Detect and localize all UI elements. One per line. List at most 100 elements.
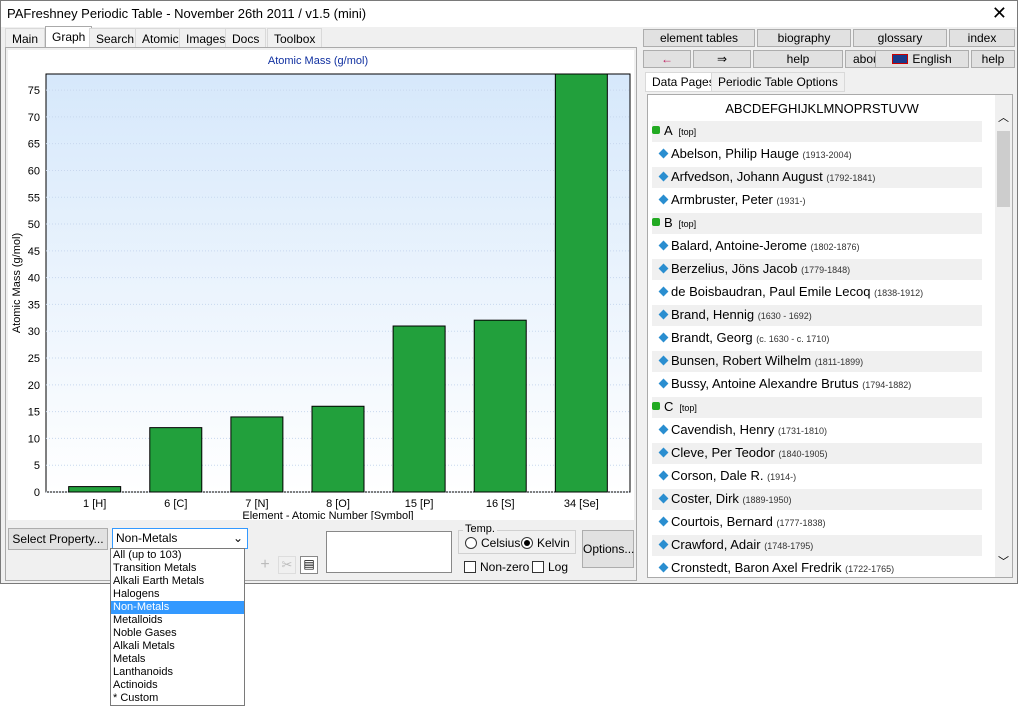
add-icon[interactable]: +: [256, 556, 274, 574]
y-tick-label: 35: [28, 299, 40, 311]
dropdown-option[interactable]: Halogens: [111, 588, 244, 601]
language-button[interactable]: English: [875, 50, 969, 68]
nonzero-checkbox[interactable]: [464, 561, 476, 573]
top-link[interactable]: [top]: [679, 403, 697, 413]
biography-item[interactable]: Armbruster, Peter (1931-): [652, 190, 982, 211]
forward-arrow-icon[interactable]: ⇒: [693, 50, 751, 68]
dropdown-option[interactable]: Noble Gases: [111, 627, 244, 640]
x-tick-label: 1 [H]: [83, 498, 106, 510]
person-icon: [658, 447, 669, 458]
person-years: (1811-1899): [814, 357, 864, 367]
top-link[interactable]: [top]: [679, 127, 697, 137]
tab-graph[interactable]: Graph: [45, 26, 93, 48]
biography-item[interactable]: Coster, Dirk (1889-1950): [652, 489, 982, 510]
biography-item[interactable]: Courtois, Bernard (1777-1838): [652, 512, 982, 533]
info-textbox[interactable]: [326, 531, 452, 573]
window-title: PAFreshney Periodic Table - November 26t…: [7, 6, 367, 21]
dropdown-option[interactable]: Lanthanoids: [111, 666, 244, 679]
person-years: (1931-): [776, 196, 806, 206]
person-years: (1914-): [767, 472, 797, 482]
tab-periodic-table-options[interactable]: Periodic Table Options: [711, 72, 845, 92]
x-tick-label: 7 [N]: [245, 498, 268, 510]
biography-item[interactable]: Berzelius, Jöns Jacob (1779-1848): [652, 259, 982, 280]
biography-item[interactable]: Arfvedson, Johann August (1792-1841): [652, 167, 982, 188]
log-checkbox[interactable]: [532, 561, 544, 573]
tab-toolbox[interactable]: Toolbox: [267, 28, 323, 48]
dropdown-option[interactable]: All (up to 103): [111, 549, 244, 562]
group-select[interactable]: Non-Metals ⌄: [112, 528, 248, 549]
person-years: (1779-1848): [801, 265, 851, 275]
tab-search[interactable]: Search: [89, 28, 142, 48]
person-years: (c. 1630 - c. 1710): [756, 334, 830, 344]
element-tables-button[interactable]: element tables: [643, 29, 755, 47]
title-bar: PAFreshney Periodic Table - November 26t…: [1, 1, 1017, 27]
tab-docs[interactable]: Docs: [225, 28, 267, 48]
close-icon[interactable]: ✕: [992, 3, 1007, 24]
person-years: (1630 - 1692): [757, 311, 812, 321]
scrollbar[interactable]: ︿ ﹀: [995, 95, 1012, 577]
biography-item[interactable]: Bunsen, Robert Wilhelm (1811-1899): [652, 351, 982, 372]
dropdown-option[interactable]: Metals: [111, 653, 244, 666]
biography-item[interactable]: Bussy, Antoine Alexandre Brutus (1794-18…: [652, 374, 982, 395]
person-name: Armbruster, Peter: [671, 192, 777, 207]
top-link[interactable]: [top]: [679, 219, 697, 229]
person-years: (1838-1912): [874, 288, 924, 298]
help-button[interactable]: help: [753, 50, 843, 68]
y-tick-label: 65: [28, 139, 40, 151]
celsius-radio[interactable]: [465, 537, 477, 549]
back-arrow-icon[interactable]: ←: [643, 50, 691, 68]
biography-item[interactable]: Balard, Antoine-Jerome (1802-1876): [652, 236, 982, 257]
kelvin-radio[interactable]: [521, 537, 533, 549]
letter-header[interactable]: C [top]: [652, 397, 982, 418]
y-tick-label: 70: [28, 112, 40, 124]
biography-item[interactable]: Cleve, Per Teodor (1840-1905): [652, 443, 982, 464]
graph-panel: Atomic Mass (g/mol) 0 5 10 15 20 25 30 35 40 45 50…: [5, 47, 637, 581]
biography-button[interactable]: biography: [757, 29, 851, 47]
cut-icon[interactable]: ✂: [278, 556, 296, 574]
biography-item[interactable]: Brand, Hennig (1630 - 1692): [652, 305, 982, 326]
biography-item[interactable]: Abelson, Philip Hauge (1913-2004): [652, 144, 982, 165]
biography-item[interactable]: Cavendish, Henry (1731-1810): [652, 420, 982, 441]
biography-item[interactable]: Corson, Dale R. (1914-): [652, 466, 982, 487]
person-icon: [658, 470, 669, 481]
dropdown-option[interactable]: Transition Metals: [111, 562, 244, 575]
y-tick-label: 75: [28, 85, 40, 97]
person-name: Arfvedson, Johann August: [671, 169, 827, 184]
letter-header[interactable]: A [top]: [652, 121, 982, 142]
letter-icon: [652, 402, 660, 410]
bar: [230, 416, 284, 493]
letter-label: C: [664, 399, 674, 414]
y-tick-label: 0: [34, 487, 40, 499]
tab-main[interactable]: Main: [5, 28, 46, 48]
biography-item[interactable]: Crawford, Adair (1748-1795): [652, 535, 982, 556]
letter-header[interactable]: B [top]: [652, 213, 982, 234]
dropdown-option[interactable]: Alkali Metals: [111, 640, 244, 653]
help-button-2[interactable]: help: [971, 50, 1015, 68]
dropdown-option[interactable]: Non-Metals: [111, 601, 244, 614]
biography-item[interactable]: Brandt, Georg (c. 1630 - c. 1710): [652, 328, 982, 349]
select-property-button[interactable]: Select Property...: [8, 528, 108, 550]
biography-item[interactable]: Cronstedt, Baron Axel Fredrik (1722-1765…: [652, 558, 982, 577]
dropdown-option[interactable]: * Custom: [111, 692, 244, 705]
person-icon: [658, 516, 669, 527]
index-button[interactable]: index: [949, 29, 1015, 47]
dropdown-option[interactable]: Actinoids: [111, 679, 244, 692]
scroll-down-icon[interactable]: ﹀: [998, 553, 1009, 569]
chevron-down-icon: ⌄: [232, 531, 243, 545]
person-name: Berzelius, Jöns Jacob: [671, 261, 802, 276]
options-button[interactable]: Options...: [582, 530, 634, 568]
bar: [392, 325, 446, 493]
person-years: (1840-1905): [778, 449, 828, 459]
scroll-thumb[interactable]: [997, 131, 1010, 207]
glossary-button[interactable]: glossary: [853, 29, 947, 47]
alphabet-index[interactable]: ABCDEFGHIJKLMNOPRSTUVW: [648, 101, 996, 116]
bar-chart: Atomic Mass (g/mol) 0 5 10 15 20 25 30 35 40 45 50…: [11, 55, 631, 522]
scroll-up-icon[interactable]: ︿: [998, 109, 1009, 125]
x-axis-label: Element - Atomic Number [Symbol]: [242, 510, 413, 520]
dropdown-option[interactable]: Metalloids: [111, 614, 244, 627]
y-tick-label: 60: [28, 165, 40, 177]
person-icon: [658, 240, 669, 251]
dropdown-option[interactable]: Alkali Earth Metals: [111, 575, 244, 588]
paste-icon[interactable]: ▤: [300, 556, 318, 574]
biography-item[interactable]: de Boisbaudran, Paul Emile Lecoq (1838-1…: [652, 282, 982, 303]
